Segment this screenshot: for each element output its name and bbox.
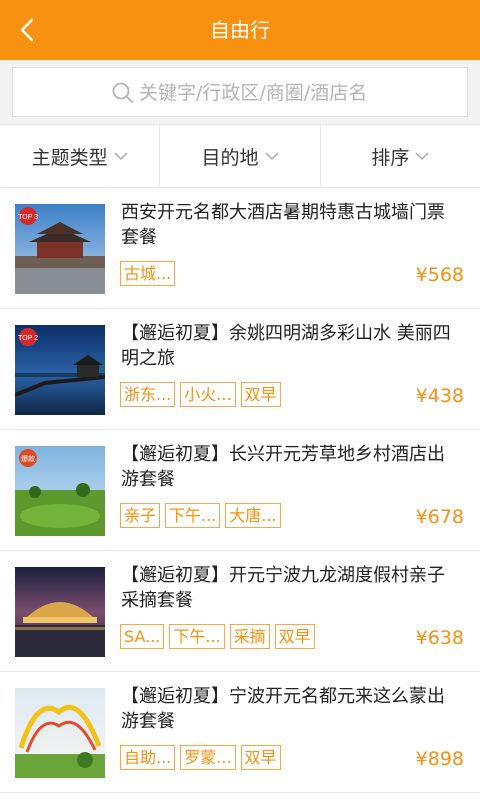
filter-theme-type[interactable]: 主题类型 <box>0 125 159 187</box>
package-title: 【邂逅初夏】开元宁波九龙湖度假村亲子采摘套餐 <box>121 565 445 611</box>
rank-badge: TOP 2 <box>18 335 38 342</box>
tag-list: 亲子 下午... 大唐... <box>120 503 286 528</box>
price: ¥898 <box>415 748 464 770</box>
tag: 双早 <box>240 745 281 770</box>
tag: 采摘 <box>229 624 270 649</box>
price: ¥438 <box>415 385 464 407</box>
price: ¥638 <box>415 627 464 649</box>
list-item[interactable]: 【邂逅初夏】开元宁波九龙湖度假村亲子采摘套餐 SA... 下午... 采摘 双早… <box>0 551 480 672</box>
tag: 古城... <box>120 261 176 286</box>
price: ¥568 <box>415 264 464 286</box>
package-list: TOP 3 西安开元名都大酒店暑期特惠古城墙门票套餐 古城... ¥568 TO… <box>0 188 480 793</box>
tag-list: 自助... 罗蒙... 双早 <box>120 745 286 770</box>
chevron-down-icon <box>264 152 279 161</box>
page-title: 自由行 <box>210 18 270 42</box>
package-title: 【邂逅初夏】宁波开元名都元来这么蒙出游套餐 <box>121 686 445 732</box>
chevron-down-icon <box>415 152 429 161</box>
chevron-down-icon <box>114 152 128 161</box>
tag: 下午... <box>169 624 225 649</box>
price: ¥678 <box>415 506 464 528</box>
package-title: 【邂逅初夏】长兴开元芳草地乡村酒店出游套餐 <box>121 444 445 490</box>
package-thumbnail <box>15 688 105 778</box>
package-thumbnail: 爆款 <box>15 446 105 536</box>
package-title: 西安开元名都大酒店暑期特惠古城墙门票套餐 <box>121 202 445 248</box>
rank-badge: TOP 3 <box>18 214 38 221</box>
list-item[interactable]: 爆款 【邂逅初夏】长兴开元芳草地乡村酒店出游套餐 亲子 下午... 大唐... … <box>0 430 480 551</box>
search-placeholder: 关键字/行政区/商圈/酒店名 <box>139 82 368 104</box>
tag-list: SA... 下午... 采摘 双早 <box>120 624 320 649</box>
package-thumbnail: TOP 3 <box>15 204 105 294</box>
filter-bar: 主题类型 目的地 排序 <box>0 124 480 188</box>
search-icon <box>112 82 133 103</box>
search-area: 关键字/行政区/商圈/酒店名 <box>0 60 480 124</box>
list-item[interactable]: TOP 3 西安开元名都大酒店暑期特惠古城墙门票套餐 古城... ¥568 <box>0 188 480 309</box>
tag: 双早 <box>240 382 281 407</box>
tag: SA... <box>120 624 165 649</box>
package-thumbnail: TOP 2 <box>15 325 105 415</box>
tag: 双早 <box>274 624 315 649</box>
tag: 大唐... <box>225 503 281 528</box>
package-thumbnail <box>15 567 105 657</box>
tag-list: 浙东... 小火... 双早 <box>120 382 286 407</box>
filter-label: 主题类型 <box>31 146 108 169</box>
tag: 下午... <box>165 503 221 528</box>
package-title: 【邂逅初夏】余姚四明湖多彩山水 美丽四明之旅 <box>121 323 451 369</box>
filter-label: 排序 <box>371 146 410 169</box>
tag-list: 古城... <box>120 261 180 286</box>
filter-sort[interactable]: 排序 <box>319 125 480 187</box>
hot-badge: 爆款 <box>21 454 35 463</box>
tag: 自助... <box>120 745 176 770</box>
tag: 亲子 <box>120 503 161 528</box>
filter-destination[interactable]: 目的地 <box>159 125 319 187</box>
tag: 浙东... <box>120 382 176 407</box>
tag: 罗蒙... <box>180 745 236 770</box>
list-item[interactable]: 【邂逅初夏】宁波开元名都元来这么蒙出游套餐 自助... 罗蒙... 双早 ¥89… <box>0 672 480 793</box>
search-input[interactable]: 关键字/行政区/商圈/酒店名 <box>12 67 468 117</box>
filter-label: 目的地 <box>201 146 259 169</box>
list-item[interactable]: TOP 2 【邂逅初夏】余姚四明湖多彩山水 美丽四明之旅 浙东... 小火...… <box>0 309 480 430</box>
tag: 小火... <box>180 382 236 407</box>
top-bar: 自由行 <box>0 0 480 60</box>
